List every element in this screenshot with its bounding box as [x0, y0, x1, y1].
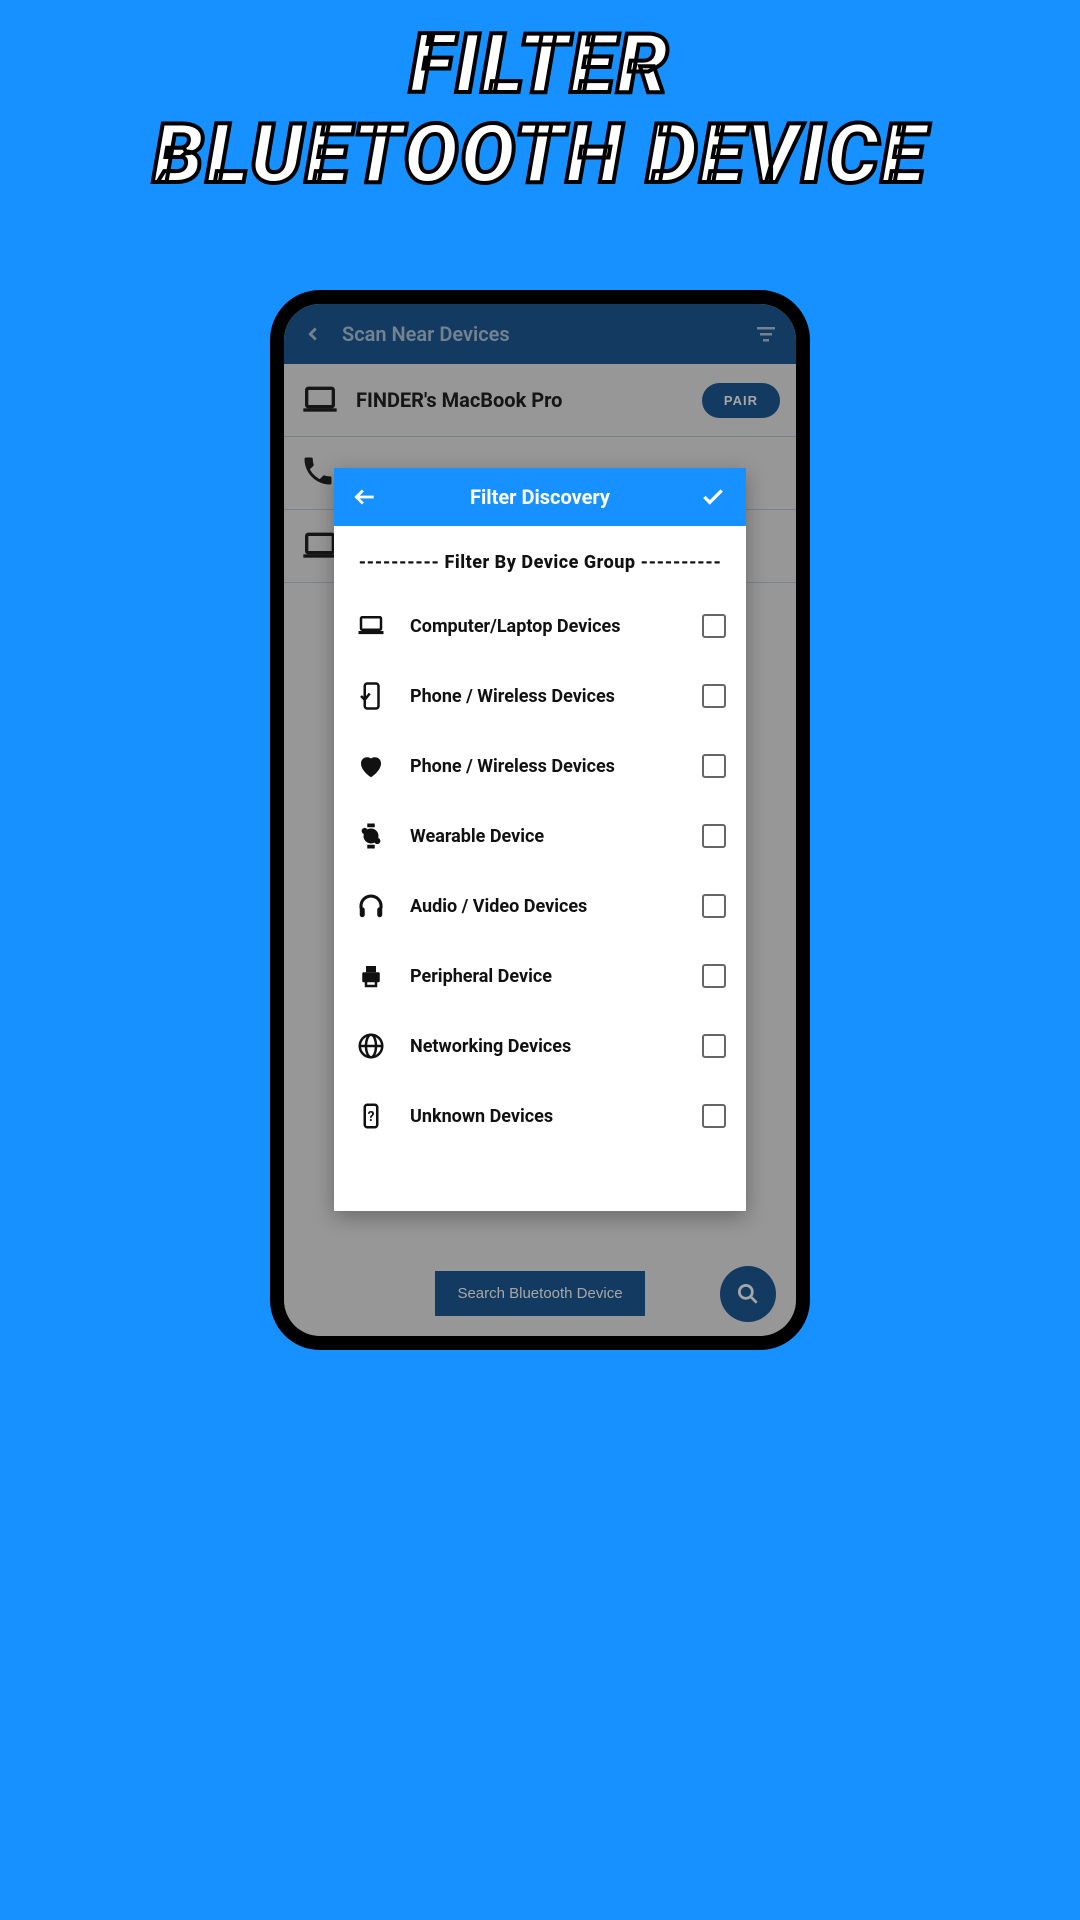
printer-icon: [354, 959, 388, 993]
filter-option[interactable]: Phone / Wireless Devices: [354, 731, 726, 801]
section-label: ---------- Filter By Device Group ------…: [354, 552, 726, 573]
dialog-body: ---------- Filter By Device Group ------…: [334, 526, 746, 1211]
filter-option-label: Wearable Device: [410, 826, 680, 847]
phone-check-icon: [354, 679, 388, 713]
dialog-title: Filter Discovery: [380, 485, 700, 509]
promo-line1: FILTER: [409, 17, 670, 113]
filter-option-label: Phone / Wireless Devices: [410, 686, 680, 707]
filter-option[interactable]: Networking Devices: [354, 1011, 726, 1081]
phone-frame: Scan Near Devices FINDER's MacBook Pro P…: [270, 290, 810, 1350]
filter-option[interactable]: Wearable Device: [354, 801, 726, 871]
checkbox[interactable]: [702, 684, 726, 708]
filter-option-label: Phone / Wireless Devices: [410, 756, 680, 777]
checkbox[interactable]: [702, 614, 726, 638]
watch-icon: [354, 819, 388, 853]
phone-screen: Scan Near Devices FINDER's MacBook Pro P…: [284, 304, 796, 1336]
filter-option[interactable]: Audio / Video Devices: [354, 871, 726, 941]
checkbox[interactable]: [702, 754, 726, 778]
unknown-icon: [354, 1099, 388, 1133]
checkbox[interactable]: [702, 894, 726, 918]
filter-option[interactable]: Phone / Wireless Devices: [354, 661, 726, 731]
heart-icon: [354, 749, 388, 783]
filter-dialog: Filter Discovery ---------- Filter By De…: [334, 468, 746, 1211]
dialog-header: Filter Discovery: [334, 468, 746, 526]
laptop-icon: [354, 609, 388, 643]
headphones-icon: [354, 889, 388, 923]
confirm-icon[interactable]: [700, 484, 728, 510]
filter-option-label: Networking Devices: [410, 1036, 680, 1057]
filter-option-label: Peripheral Device: [410, 966, 680, 987]
checkbox[interactable]: [702, 824, 726, 848]
globe-icon: [354, 1029, 388, 1063]
checkbox[interactable]: [702, 1104, 726, 1128]
promo-line2: BLUETOOTH DEVICE: [153, 107, 928, 203]
checkbox[interactable]: [702, 1034, 726, 1058]
filter-option-label: Computer/Laptop Devices: [410, 616, 680, 637]
promo-title: FILTER BLUETOOTH DEVICE: [0, 0, 1080, 220]
filter-option[interactable]: Unknown Devices: [354, 1081, 726, 1151]
filter-option-label: Audio / Video Devices: [410, 896, 680, 917]
dialog-back-icon[interactable]: [352, 484, 380, 510]
checkbox[interactable]: [702, 964, 726, 988]
filter-option[interactable]: Peripheral Device: [354, 941, 726, 1011]
filter-option-label: Unknown Devices: [410, 1106, 680, 1127]
filter-option[interactable]: Computer/Laptop Devices: [354, 591, 726, 661]
